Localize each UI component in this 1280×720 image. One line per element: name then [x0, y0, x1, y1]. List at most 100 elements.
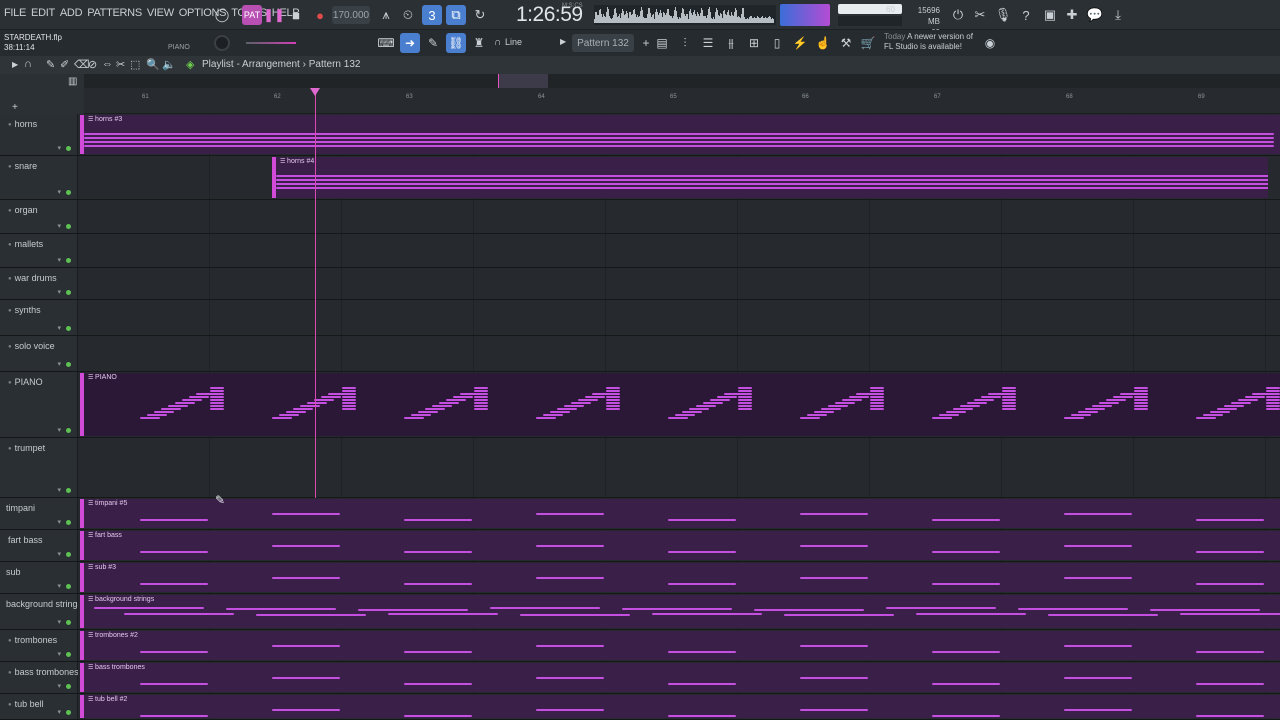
- shop-button[interactable]: 🛒: [858, 33, 878, 53]
- menu-edit[interactable]: EDIT: [31, 7, 55, 19]
- track-lane[interactable]: background strings: [78, 594, 1280, 629]
- track-lane[interactable]: [78, 336, 1280, 371]
- pattern-clip[interactable]: fart bass: [80, 531, 1280, 560]
- track-lane[interactable]: horns #3: [78, 114, 1280, 155]
- cut-tool-button[interactable]: ✂: [970, 5, 990, 25]
- overview-viewport[interactable]: [498, 74, 548, 88]
- pattern-clip[interactable]: trombones #2: [80, 631, 1280, 660]
- reset-button[interactable]: ⏻: [948, 5, 968, 25]
- track-header[interactable]: trumpet ▾: [0, 438, 78, 497]
- track-lane[interactable]: [78, 234, 1280, 267]
- track-name[interactable]: organ: [8, 205, 38, 215]
- playback-tool-icon[interactable]: 🔈: [162, 58, 176, 71]
- menu-patterns[interactable]: PATTERNS: [87, 7, 142, 19]
- track-name[interactable]: PIANO: [8, 377, 43, 387]
- wait-input-button[interactable]: ⏲: [398, 5, 418, 25]
- track-header[interactable]: sub ▾: [0, 562, 78, 593]
- main-volume-knob-icon[interactable]: ◯: [212, 5, 232, 25]
- playlist-overview-scrollbar[interactable]: [84, 74, 1280, 88]
- track-dropdown-icon[interactable]: ▾: [57, 324, 61, 332]
- track-lane[interactable]: horns #4: [78, 156, 1280, 199]
- track-dropdown-icon[interactable]: ▾: [57, 550, 61, 558]
- track-enable-led[interactable]: [66, 620, 71, 625]
- track-name[interactable]: synths: [8, 305, 41, 315]
- track-header[interactable]: timpani ▾: [0, 498, 78, 529]
- pattern-clip[interactable]: sub #3: [80, 563, 1280, 592]
- track-name[interactable]: fart bass: [8, 535, 43, 545]
- pattern-clip[interactable]: tub bell #2: [80, 695, 1280, 718]
- pattern-clip[interactable]: horns #3: [80, 115, 1280, 154]
- timeline-ruler[interactable]: 61 62 63 64 65 66 67 68 69: [84, 88, 1280, 114]
- pattern-clip[interactable]: bass trombones: [80, 663, 1280, 692]
- track-enable-led[interactable]: [66, 684, 71, 689]
- track-lane[interactable]: tub bell #2: [78, 694, 1280, 719]
- download-button[interactable]: ⤓: [1108, 5, 1128, 25]
- track-lane[interactable]: [78, 300, 1280, 335]
- track-dropdown-icon[interactable]: ▾: [57, 618, 61, 626]
- piano-roll-button[interactable]: ⫶: [675, 33, 695, 53]
- metronome-button[interactable]: ⩚: [376, 5, 396, 25]
- playhead-marker[interactable]: [310, 88, 320, 96]
- track-dropdown-icon[interactable]: ▾: [57, 650, 61, 658]
- track-name[interactable]: background strings: [6, 599, 82, 609]
- slice-tool-icon[interactable]: ✂: [116, 58, 125, 71]
- track-enable-led[interactable]: [66, 520, 71, 525]
- menu-view[interactable]: VIEW: [147, 7, 174, 19]
- paint-tool-icon[interactable]: ✐: [60, 58, 69, 71]
- pencil-tool-icon[interactable]: ✎: [46, 58, 55, 71]
- track-lane[interactable]: sub #3: [78, 562, 1280, 593]
- channel-rack-button[interactable]: ☰: [698, 33, 718, 53]
- track-dropdown-icon[interactable]: ▾: [57, 582, 61, 590]
- track-name[interactable]: snare: [8, 161, 38, 171]
- breadcrumb-arrangement[interactable]: Arrangement: [242, 59, 300, 70]
- track-name[interactable]: sub: [6, 567, 21, 577]
- track-dropdown-icon[interactable]: ▾: [57, 486, 61, 494]
- pattern-clip[interactable]: background strings: [80, 595, 1280, 628]
- track-dropdown-icon[interactable]: ▾: [57, 288, 61, 296]
- track-dropdown-icon[interactable]: ▾: [57, 426, 61, 434]
- playlist-button[interactable]: ▤: [652, 33, 672, 53]
- track-header[interactable]: organ ▾: [0, 200, 78, 233]
- track-dropdown-icon[interactable]: ▾: [57, 222, 61, 230]
- track-name[interactable]: horns: [8, 119, 38, 129]
- track-header[interactable]: snare ▾: [0, 156, 78, 199]
- track-dropdown-icon[interactable]: ▾: [57, 518, 61, 526]
- menu-add[interactable]: ADD: [60, 7, 83, 19]
- stamp-button[interactable]: ♜: [469, 33, 489, 53]
- track-header[interactable]: horns ▾: [0, 114, 78, 155]
- track-name[interactable]: solo voice: [8, 341, 55, 351]
- track-enable-led[interactable]: [66, 584, 71, 589]
- draw-tool-button[interactable]: ✎: [423, 33, 443, 53]
- track-header[interactable]: fart bass ▾: [0, 530, 78, 561]
- tempo-display[interactable]: 170.000: [332, 6, 370, 24]
- track-name[interactable]: trombones: [8, 635, 58, 645]
- help-button[interactable]: ?: [1016, 5, 1036, 25]
- add-track-icon[interactable]: +: [12, 102, 18, 113]
- track-dropdown-icon[interactable]: ▾: [57, 360, 61, 368]
- master-volume-slider[interactable]: [246, 42, 296, 44]
- track-dropdown-icon[interactable]: ▾: [57, 256, 61, 264]
- pattern-clip[interactable]: timpani #5: [80, 499, 1280, 528]
- track-header[interactable]: mallets ▾: [0, 234, 78, 267]
- mixer-button[interactable]: ⫵: [721, 33, 741, 53]
- track-enable-led[interactable]: [66, 488, 71, 493]
- track-enable-led[interactable]: [66, 652, 71, 657]
- snap-arrow-button[interactable]: ➜: [400, 33, 420, 53]
- track-enable-led[interactable]: [66, 190, 71, 195]
- track-lane[interactable]: [78, 268, 1280, 299]
- track-enable-led[interactable]: [66, 258, 71, 263]
- track-name[interactable]: trumpet: [8, 443, 46, 453]
- track-header[interactable]: war drums▾: [0, 268, 78, 299]
- blend-notes-button[interactable]: ⧉: [446, 5, 466, 25]
- pattern-clip[interactable]: horns #4: [272, 157, 1268, 198]
- snap-selector[interactable]: Line: [505, 37, 522, 47]
- track-enable-led[interactable]: [66, 362, 71, 367]
- magnet-snap-icon[interactable]: ∩: [24, 58, 32, 70]
- playlist-menu-arrow-icon[interactable]: ▶: [12, 60, 18, 69]
- track-enable-led[interactable]: [66, 224, 71, 229]
- slip-tool-icon[interactable]: ⇔: [102, 58, 113, 70]
- track-lane[interactable]: [78, 438, 1280, 497]
- tool-button[interactable]: ⚒: [836, 33, 856, 53]
- track-enable-led[interactable]: [66, 710, 71, 715]
- track-header[interactable]: background strings ▾: [0, 594, 82, 629]
